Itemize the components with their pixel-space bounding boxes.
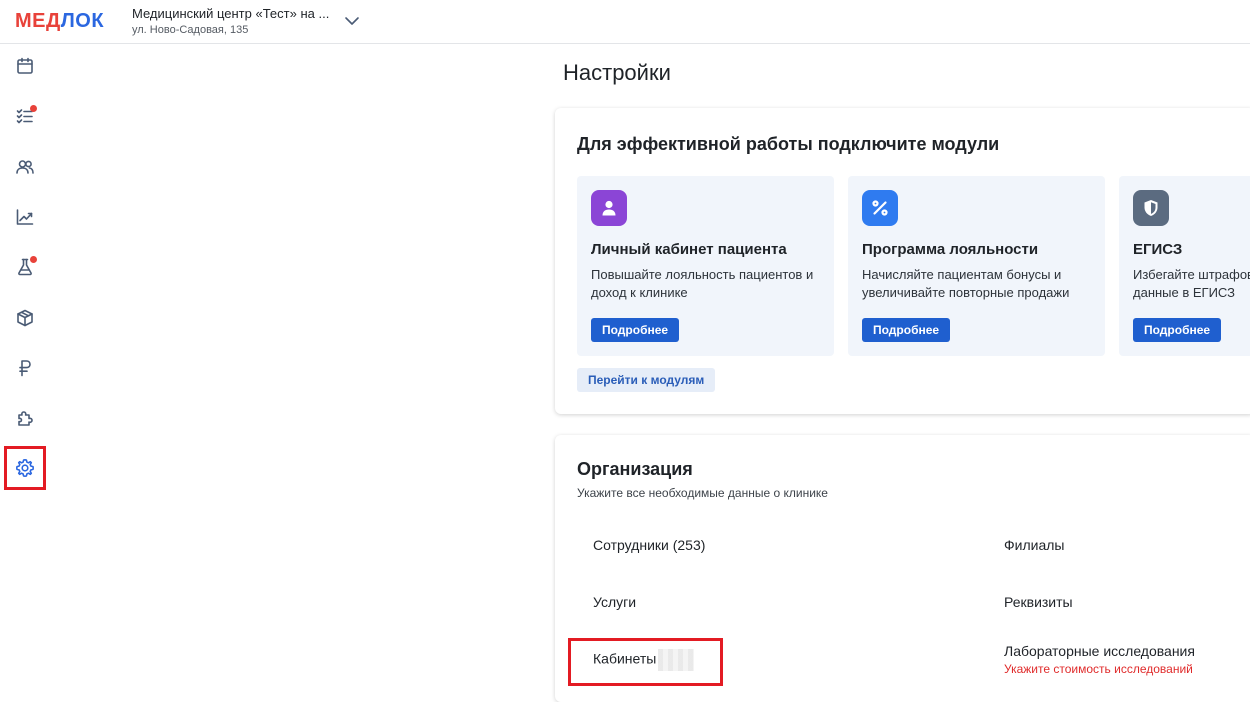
module-icon-bg <box>862 190 898 226</box>
page-title: Настройки <box>563 60 671 85</box>
users-icon <box>16 160 34 174</box>
module-description: Избегайте штрафов — передавайте данные в… <box>1133 267 1250 300</box>
module-description: Повышайте лояльность пациентов и доход к… <box>591 267 814 300</box>
clinic-name: Медицинский центр «Тест» на ... <box>132 6 330 21</box>
module-egisz: ЕГИСЗ Избегайте штрафов — передавайте да… <box>1119 176 1250 356</box>
top-bar: МЕДЛОК Медицинский центр «Тест» на ... у… <box>0 0 1250 44</box>
gear-icon <box>16 459 34 477</box>
sidebar-item-patients[interactable] <box>4 145 46 189</box>
sidebar-item-calendar[interactable] <box>4 44 46 88</box>
module-title: Программа лояльности <box>862 241 1039 258</box>
sidebar-item-finance[interactable] <box>4 346 46 390</box>
puzzle-icon <box>18 411 33 426</box>
box-icon <box>17 309 33 327</box>
logo-part-2: ЛОК <box>60 10 105 32</box>
details-button[interactable]: Подробнее <box>862 318 951 342</box>
chevron-down-icon[interactable] <box>343 12 361 30</box>
main-content: Настройки Для эффективной работы подключ… <box>50 44 1250 702</box>
module-description: Начисляйте пациентам бонусы и увеличивай… <box>862 267 1070 300</box>
percent-icon <box>872 200 888 216</box>
shield-icon <box>1144 200 1158 216</box>
modules-card-title: Для эффективной работы подключите модули <box>577 134 1000 154</box>
sidebar-item-analytics[interactable] <box>4 195 46 239</box>
module-title: Личный кабинет пациента <box>591 241 787 258</box>
go-to-modules-button[interactable]: Перейти к модулям <box>577 368 716 392</box>
organization-card: Организация Укажите все необходимые данн… <box>555 435 1250 702</box>
sidebar-item-laboratory[interactable] <box>4 245 46 289</box>
details-button[interactable]: Подробнее <box>591 318 680 342</box>
user-icon <box>602 200 616 216</box>
module-patient-account: Личный кабинет пациента Повышайте лояльн… <box>577 176 834 356</box>
notification-dot <box>30 256 37 263</box>
sidebar-item-warehouse[interactable] <box>4 296 46 340</box>
modules-card: Для эффективной работы подключите модули… <box>555 108 1250 414</box>
ruble-icon <box>19 360 31 377</box>
calendar-icon <box>17 57 33 74</box>
module-loyalty-program: Программа лояльности Начисляйте пациента… <box>848 176 1105 356</box>
module-icon-bg <box>1133 190 1169 226</box>
org-item-lab[interactable]: Лабораторные исследования <box>1004 643 1195 659</box>
logo-part-1: МЕД <box>15 10 61 32</box>
chart-icon <box>16 209 34 225</box>
notification-dot <box>30 105 37 112</box>
clinic-address: ул. Ново-Садовая, 135 <box>132 24 249 36</box>
lab-warning: Укажите стоимость исследований <box>1004 662 1193 676</box>
rooms-highlight-frame <box>568 638 723 686</box>
logo[interactable]: МЕДЛОК <box>15 10 104 32</box>
sidebar-item-settings[interactable] <box>4 446 46 490</box>
sidebar-item-modules[interactable] <box>4 396 46 440</box>
org-item-requisites[interactable]: Реквизиты <box>1004 594 1073 610</box>
details-button[interactable]: Подробнее <box>1133 318 1222 342</box>
module-icon-bg <box>591 190 627 226</box>
sidebar-item-tasks[interactable] <box>4 94 46 138</box>
organization-card-subtitle: Укажите все необходимые данные о клинике <box>577 486 828 500</box>
module-title: ЕГИСЗ <box>1133 241 1183 258</box>
sidebar <box>0 44 50 702</box>
org-item-employees[interactable]: Сотрудники (253) <box>593 537 705 553</box>
org-item-branches[interactable]: Филиалы <box>1004 537 1064 553</box>
organization-card-title: Организация <box>577 459 693 479</box>
clinic-selector[interactable]: Медицинский центр «Тест» на ... ул. Ново… <box>132 6 342 37</box>
org-item-services[interactable]: Услуги <box>593 594 636 610</box>
